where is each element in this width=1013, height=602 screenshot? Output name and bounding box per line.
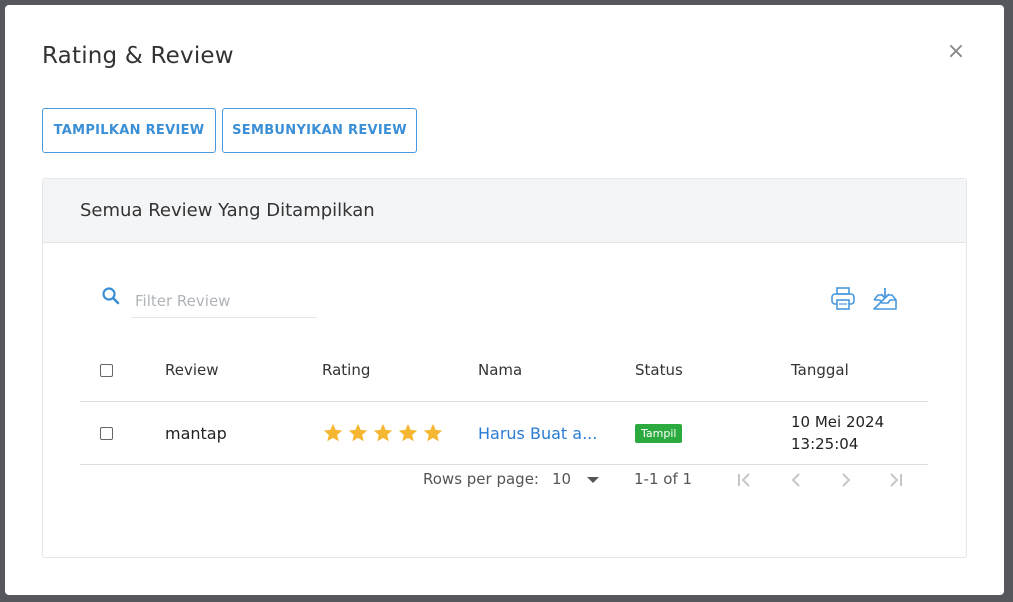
column-header-nama[interactable]: Nama (478, 339, 522, 401)
review-cell: mantap (165, 423, 227, 443)
star-icon (348, 423, 368, 442)
download-icon[interactable] (871, 286, 899, 312)
select-all-checkbox[interactable] (100, 363, 113, 377)
column-header-review[interactable]: Review (165, 339, 219, 401)
review-date: 10 Mei 2024 (791, 413, 885, 431)
table-header-row: Review Rating Nama Status Tanggal (80, 339, 928, 402)
print-icon[interactable] (829, 286, 857, 312)
rating-review-modal: Rating & Review × TAMPILKAN REVIEW SEMBU… (5, 5, 1004, 595)
search-icon (101, 286, 121, 306)
review-time: 13:25:04 (791, 435, 859, 453)
modal-title: Rating & Review (42, 43, 234, 69)
first-page-icon[interactable] (731, 466, 759, 494)
previous-page-icon[interactable] (782, 466, 810, 494)
column-header-rating[interactable]: Rating (322, 339, 370, 401)
column-header-tanggal[interactable]: Tanggal (791, 339, 849, 401)
search-bar (101, 282, 319, 320)
row-select-cell (100, 402, 113, 464)
rating-cell (322, 402, 447, 464)
reviewer-name-link[interactable]: Harus Buat a... (478, 424, 597, 443)
last-page-icon[interactable] (881, 466, 909, 494)
close-icon[interactable]: × (946, 41, 966, 63)
column-header-status[interactable]: Status (635, 339, 683, 401)
pagination: Rows per page: 10 1-1 of 1 (43, 460, 968, 500)
status-badge: Tampil (635, 423, 683, 443)
show-review-button[interactable]: TAMPILKAN REVIEW (42, 108, 216, 153)
card-header: Semua Review Yang Ditampilkan (43, 179, 966, 243)
nama-cell: Harus Buat a... (478, 402, 597, 464)
next-page-icon[interactable] (832, 466, 860, 494)
star-icon (323, 423, 343, 442)
rows-per-page-select[interactable]: 10 (552, 470, 600, 488)
star-icon (373, 423, 393, 442)
table-row: mantap Harus Buat a... Tampil 10 Mei 202… (80, 402, 928, 465)
tanggal-cell: 10 Mei 2024 13:25:04 (791, 402, 884, 464)
page-range: 1-1 of 1 (634, 470, 693, 488)
star-icon (423, 423, 443, 442)
row-checkbox[interactable] (100, 426, 113, 440)
rows-per-page-value: 10 (552, 470, 572, 488)
review-table: Review Rating Nama Status Tanggal mantap… (80, 339, 928, 465)
select-all-cell (100, 339, 113, 401)
review-card: Semua Review Yang Ditampilkan Filter Rev… (42, 178, 967, 558)
rows-per-page-label: Rows per page: (423, 470, 539, 488)
status-cell: Tampil (635, 402, 683, 464)
hide-review-button[interactable]: SEMBUNYIKAN REVIEW (222, 108, 417, 153)
filter-review-input[interactable] (131, 284, 317, 318)
star-icon (398, 423, 418, 442)
chevron-down-icon (587, 477, 600, 483)
